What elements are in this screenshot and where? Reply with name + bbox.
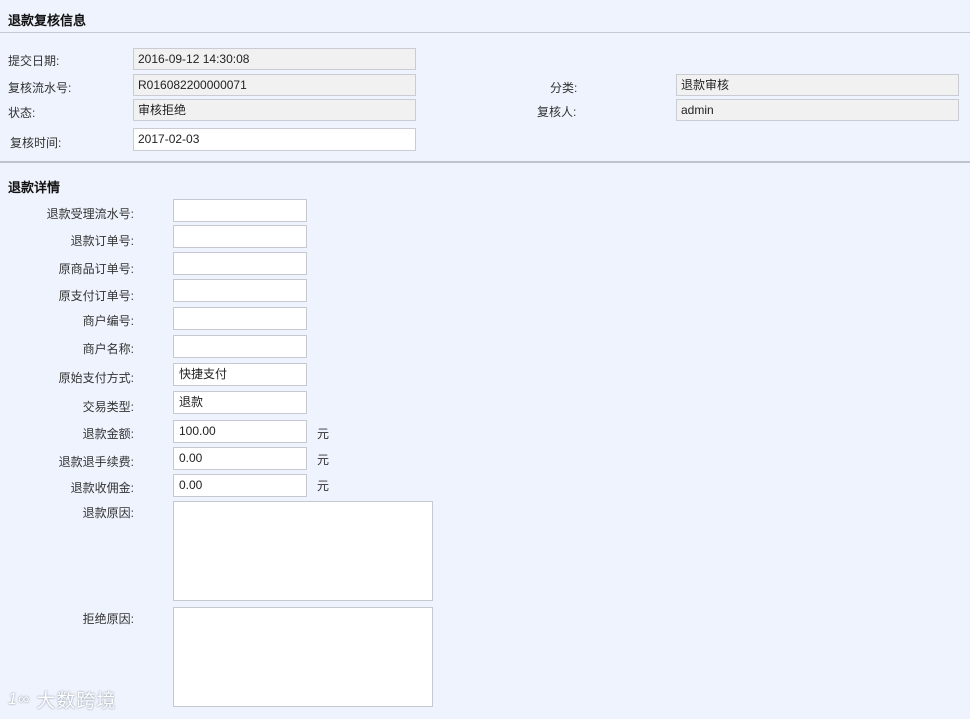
submit-date-label: 提交日期: — [8, 54, 60, 68]
section-divider — [0, 161, 970, 163]
orig-pay-order-label: 原支付订单号: — [58, 289, 134, 303]
merchant-no-input[interactable] — [173, 307, 307, 330]
refund-accept-serial-input[interactable] — [173, 199, 307, 222]
serial-label: 复核流水号: — [8, 81, 72, 95]
100-logo-icon: 1∞ — [8, 690, 31, 708]
merchant-name-label: 商户名称: — [82, 342, 134, 356]
status-label: 状态: — [8, 106, 36, 120]
merchant-no-label: 商户编号: — [82, 314, 134, 328]
refund-amount-unit: 元 — [317, 427, 330, 441]
merchant-name-input[interactable] — [173, 335, 307, 358]
orig-goods-order-label: 原商品订单号: — [58, 262, 134, 276]
refund-amount-input[interactable]: 100.00 — [173, 420, 307, 443]
details-section-title: 退款详情 — [8, 180, 61, 195]
refund-order-no-label: 退款订单号: — [70, 234, 134, 248]
category-field[interactable]: 退款审核 — [676, 74, 959, 96]
review-section-title: 退款复核信息 — [8, 13, 87, 28]
header-divider — [0, 32, 970, 33]
trade-type-label: 交易类型: — [82, 400, 134, 414]
submit-date-field[interactable]: 2016-09-12 14:30:08 — [133, 48, 416, 70]
orig-pay-method-input[interactable]: 快捷支付 — [173, 363, 307, 386]
status-field[interactable]: 审核拒绝 — [133, 99, 416, 121]
refund-fee-label: 退款退手续费: — [58, 455, 134, 469]
refund-commission-unit: 元 — [317, 479, 330, 493]
refund-fee-input[interactable]: 0.00 — [173, 447, 307, 470]
trade-type-input[interactable]: 退款 — [173, 391, 307, 414]
review-time-field[interactable]: 2017-02-03 — [133, 128, 416, 151]
watermark: 1∞ 大数跨境 — [8, 686, 116, 713]
refund-commission-label: 退款收佣金: — [70, 481, 134, 495]
orig-pay-method-label: 原始支付方式: — [58, 371, 134, 385]
refund-fee-unit: 元 — [317, 453, 330, 467]
reviewer-label: 复核人: — [537, 105, 577, 119]
refund-accept-serial-label: 退款受理流水号: — [46, 207, 134, 221]
reject-reason-label: 拒绝原因: — [82, 612, 134, 626]
watermark-text: 大数跨境 — [36, 691, 117, 712]
refund-reason-label: 退款原因: — [82, 506, 134, 520]
refund-amount-label: 退款金额: — [82, 427, 134, 441]
refund-order-no-input[interactable] — [173, 225, 307, 248]
refund-commission-input[interactable]: 0.00 — [173, 474, 307, 497]
serial-field[interactable]: R016082200000071 — [133, 74, 416, 96]
orig-pay-order-input[interactable] — [173, 279, 307, 302]
reject-reason-textarea[interactable] — [173, 607, 433, 707]
category-label: 分类: — [550, 81, 578, 95]
review-time-label: 复核时间: — [10, 136, 62, 150]
refund-reason-textarea[interactable] — [173, 501, 433, 601]
orig-goods-order-input[interactable] — [173, 252, 307, 275]
reviewer-field[interactable]: admin — [676, 99, 959, 121]
